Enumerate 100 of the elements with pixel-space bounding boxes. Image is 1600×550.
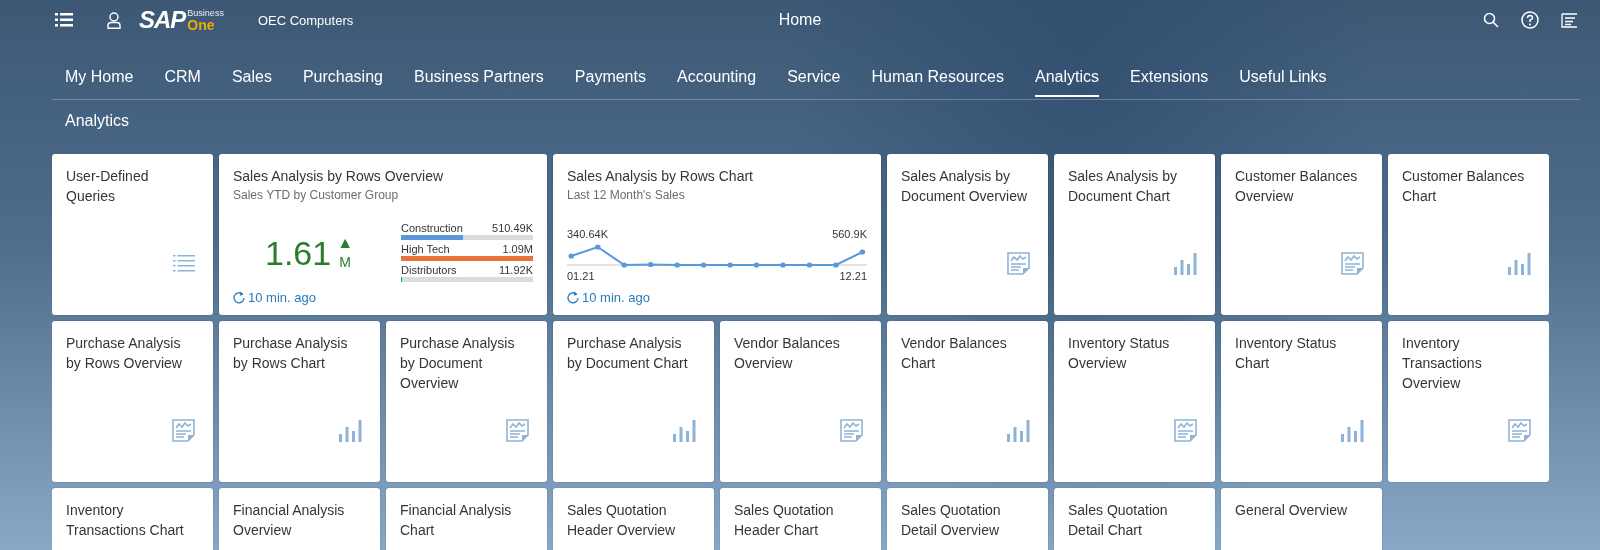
user-icon[interactable] <box>107 11 121 29</box>
tile-title: Purchase Analysis by Rows Chart <box>233 334 349 373</box>
help-icon[interactable] <box>1521 11 1539 29</box>
tile[interactable]: Vendor Balances Chart <box>887 321 1048 482</box>
tile-title: Sales Quotation Detail Chart <box>1068 501 1169 540</box>
nav-tab[interactable]: Human Resources <box>871 68 1004 97</box>
tile-title: Sales Quotation Header Chart <box>734 501 835 540</box>
tile[interactable]: Purchase Analysis by Rows Overview <box>52 321 213 482</box>
report-icon <box>172 419 195 442</box>
bar-value: 1.09M <box>502 243 533 255</box>
tile[interactable]: Customer Balances Overview <box>1221 154 1382 315</box>
tile[interactable]: Vendor Balances Overview <box>720 321 881 482</box>
tile-title: Inventory Status Overview <box>1068 334 1171 373</box>
report-icon <box>1007 252 1030 275</box>
tile[interactable]: Sales Analysis by Document Overview <box>887 154 1048 315</box>
tile-title: Purchase Analysis by Document Chart <box>567 334 689 373</box>
tile[interactable]: Customer Balances Chart <box>1388 154 1549 315</box>
refresh-icon[interactable] <box>567 291 579 304</box>
tile-title: General Overview <box>1235 501 1349 520</box>
tile[interactable]: Financial Analysis Overview <box>219 488 380 550</box>
report-icon <box>506 419 529 442</box>
end-value: 560.9K <box>832 228 867 240</box>
nav-tab[interactable]: Extensions <box>1130 68 1209 97</box>
tile[interactable]: Sales Analysis by Rows Chart Last 12 Month's Sales 340.64K 560.9K 01.21 12.21 10 min. ago <box>553 154 881 315</box>
nav-tab[interactable]: Sales <box>231 68 272 97</box>
tile-title: Customer Balances Overview <box>1235 167 1359 206</box>
start-label: 01.21 <box>567 270 595 282</box>
tile[interactable]: Purchase Analysis by Rows Chart <box>219 321 380 482</box>
tile[interactable]: User-Defined Queries <box>52 154 213 315</box>
notifications-icon[interactable] <box>1561 12 1578 28</box>
tile-title: Sales Analysis by Rows Chart <box>567 167 754 186</box>
refresh-time: 10 min. ago <box>582 290 650 305</box>
kpi-value: 1.61 <box>265 235 332 270</box>
tile-title: Purchase Analysis by Rows Overview <box>66 334 183 373</box>
tile[interactable]: Sales Quotation Detail Overview <box>887 488 1048 550</box>
bar-chart-icon <box>339 420 362 442</box>
nav-tab[interactable]: Useful Links <box>1239 68 1327 97</box>
bar-value: 510.49K <box>492 222 533 234</box>
kpi-unit: M <box>339 253 351 270</box>
tile[interactable]: Financial Analysis Chart <box>386 488 547 550</box>
report-icon <box>1174 419 1197 442</box>
bar-chart-icon <box>1341 420 1364 442</box>
tile-title: Sales Analysis by Document Chart <box>1068 167 1178 206</box>
tile[interactable]: Sales Quotation Header Overview <box>553 488 714 550</box>
tile-title: Inventory Transactions Chart <box>66 501 185 540</box>
bar-chart-icon <box>1007 420 1030 442</box>
tile-title: Sales Analysis by Document Overview <box>901 167 1029 206</box>
tile[interactable]: General Overview <box>1221 488 1382 550</box>
start-value: 340.64K <box>567 228 608 240</box>
end-label: 12.21 <box>839 270 867 282</box>
refresh-icon[interactable] <box>233 291 245 304</box>
bar-value: 11.92K <box>498 264 533 276</box>
tile[interactable]: Inventory Status Overview <box>1054 321 1215 482</box>
tile[interactable]: Purchase Analysis by Document Overview <box>386 321 547 482</box>
nav-tab[interactable]: Purchasing <box>302 68 383 97</box>
refresh-time: 10 min. ago <box>248 290 316 305</box>
tile[interactable]: Inventory Status Chart <box>1221 321 1382 482</box>
report-icon <box>1508 419 1531 442</box>
bar-label: Distributors <box>401 264 457 276</box>
bar-chart-icon <box>1508 253 1531 275</box>
tile[interactable]: Sales Quotation Header Chart <box>720 488 881 550</box>
bar-label: Construction <box>401 222 463 234</box>
list-icon <box>173 253 195 275</box>
company-name: OEC Computers <box>257 12 354 28</box>
bar-chart-icon <box>673 420 696 442</box>
tile[interactable]: Sales Analysis by Document Chart <box>1054 154 1215 315</box>
nav-tab[interactable]: CRM <box>164 68 201 97</box>
tile-title: Purchase Analysis by Document Overview <box>400 334 516 393</box>
tile-title: Financial Analysis Chart <box>400 501 513 540</box>
bar-label: High Tech <box>401 243 450 255</box>
tile-subtitle: Sales YTD by Customer Group <box>233 188 400 202</box>
trend-indicator: ▲ <box>337 234 354 251</box>
tile-title: Vendor Balances Chart <box>901 334 1008 373</box>
nav-tab[interactable]: Service <box>787 68 841 97</box>
tile-title: User-Defined Queries <box>66 167 150 206</box>
tile-title: Inventory Status Chart <box>1235 334 1338 373</box>
tile-title: Customer Balances Chart <box>1402 167 1526 206</box>
tile-title: Inventory Transactions Overview <box>1402 334 1483 393</box>
section-title: Analytics <box>65 112 130 131</box>
tile[interactable]: Inventory Transactions Chart <box>52 488 213 550</box>
page-title: Home <box>778 11 822 29</box>
bar-chart-icon <box>1174 253 1197 275</box>
nav-tab[interactable]: My Home <box>65 68 134 97</box>
tile-title: Vendor Balances Overview <box>734 334 841 373</box>
tile-title: Financial Analysis Overview <box>233 501 346 540</box>
menu-icon[interactable] <box>55 13 73 27</box>
nav-tab[interactable]: Business Partners <box>413 68 544 97</box>
tile-title: Sales Quotation Detail Overview <box>901 501 1002 540</box>
tile[interactable]: Sales Quotation Detail Chart <box>1054 488 1215 550</box>
nav-tab[interactable]: Accounting <box>676 68 757 97</box>
tile[interactable]: Purchase Analysis by Document Chart <box>553 321 714 482</box>
search-icon[interactable] <box>1483 12 1499 28</box>
nav-tab[interactable]: Payments <box>574 68 646 97</box>
tile-title: Sales Analysis by Rows Overview <box>233 167 445 186</box>
tile-title: Sales Quotation Header Overview <box>567 501 677 540</box>
tile-subtitle: Last 12 Month's Sales <box>567 188 686 202</box>
report-icon <box>840 419 863 442</box>
tile[interactable]: Inventory Transactions Overview <box>1388 321 1549 482</box>
report-icon <box>1341 252 1364 275</box>
nav-tab[interactable]: Analytics <box>1035 68 1099 97</box>
